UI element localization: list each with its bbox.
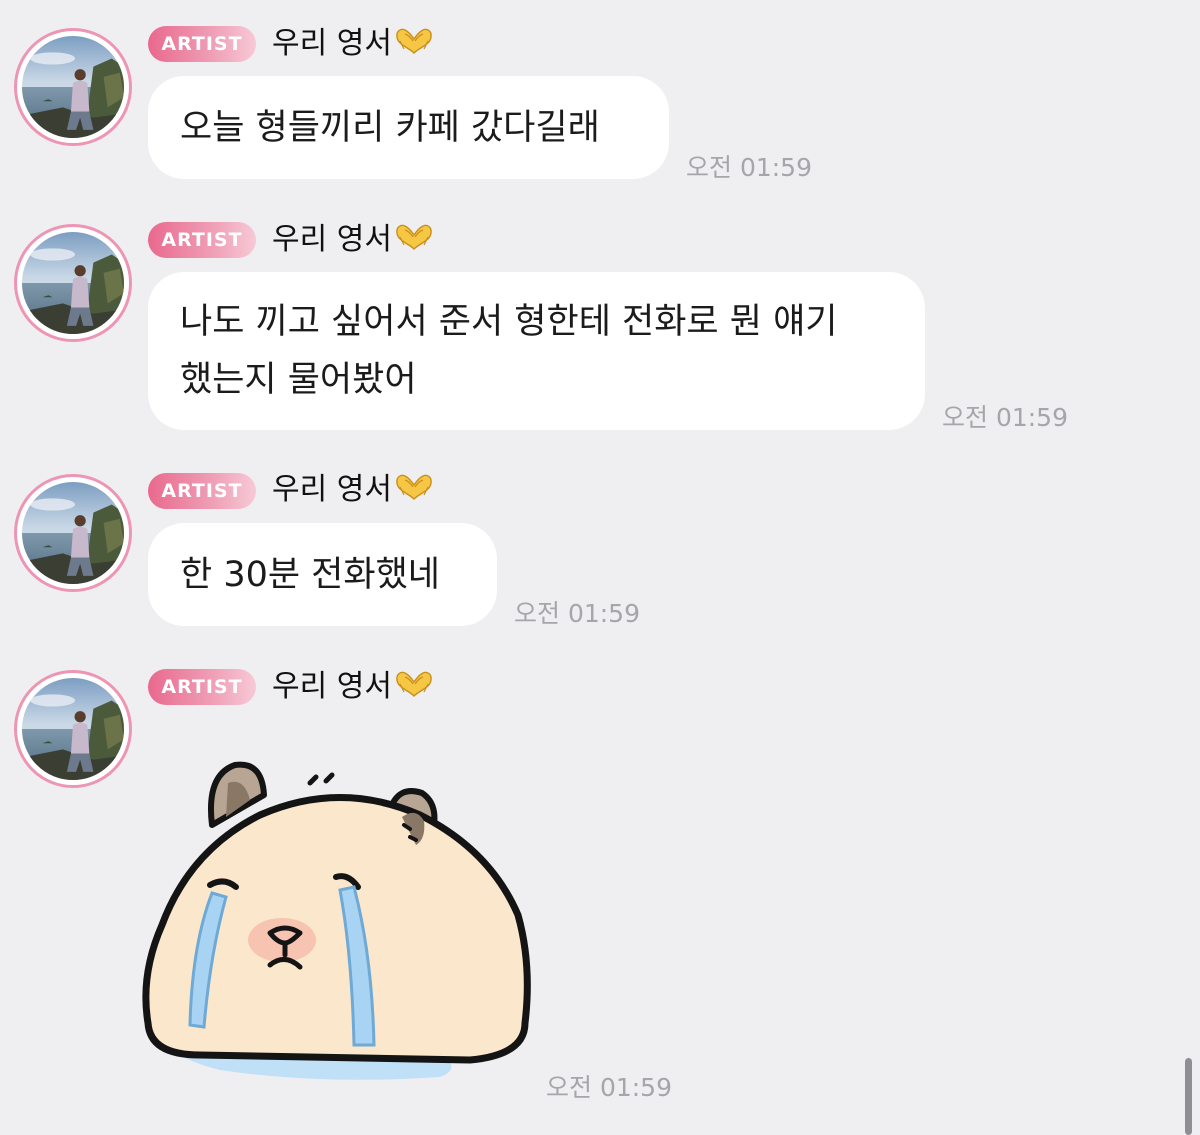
heart-hands-icon (394, 221, 434, 253)
sender-name: 우리 영서 (272, 24, 434, 64)
avatar-photo (22, 36, 124, 138)
scrollbar[interactable] (1185, 1058, 1192, 1135)
artist-badge: ARTIST (148, 473, 256, 509)
sender-name-text: 우리 영서 (272, 472, 392, 507)
sender-name-text: 우리 영서 (272, 26, 392, 61)
artist-badge: ARTIST (148, 669, 256, 705)
sender-name-text: 우리 영서 (272, 222, 392, 257)
sender-name-text: 우리 영서 (272, 669, 392, 704)
message-text: 한 30분 전화했네 (180, 554, 440, 595)
artist-badge: ARTIST (148, 26, 256, 62)
message-timestamp: 오전 01:59 (514, 599, 640, 628)
message-text: 오늘 형들끼리 카페 갔다길래 (180, 107, 600, 148)
sender-name: 우리 영서 (272, 667, 434, 707)
message-text: 나도 끼고 싶어서 준서 형한테 전화로 뭔 얘기 했는지 물어봤어 (180, 302, 838, 400)
message-bubble[interactable]: 오늘 형들끼리 카페 갔다길래 (148, 76, 669, 179)
avatar-photo (22, 678, 124, 780)
heart-hands-icon (394, 25, 434, 57)
avatar[interactable] (14, 474, 132, 592)
avatar[interactable] (14, 670, 132, 788)
artist-badge: ARTIST (148, 222, 256, 258)
message-timestamp: 오전 01:59 (546, 1073, 672, 1102)
crying-capybara-sticker[interactable] (140, 755, 535, 1090)
avatar-photo (22, 232, 124, 334)
avatar[interactable] (14, 28, 132, 146)
sender-name: 우리 영서 (272, 470, 434, 510)
heart-hands-icon (394, 668, 434, 700)
message-timestamp: 오전 01:59 (686, 153, 812, 182)
sender-name: 우리 영서 (272, 220, 434, 260)
message-timestamp: 오전 01:59 (942, 403, 1068, 432)
avatar-photo (22, 482, 124, 584)
message-bubble[interactable]: 한 30분 전화했네 (148, 523, 497, 626)
avatar[interactable] (14, 224, 132, 342)
message-bubble[interactable]: 나도 끼고 싶어서 준서 형한테 전화로 뭔 얘기 했는지 물어봤어 (148, 272, 925, 430)
heart-hands-icon (394, 471, 434, 503)
